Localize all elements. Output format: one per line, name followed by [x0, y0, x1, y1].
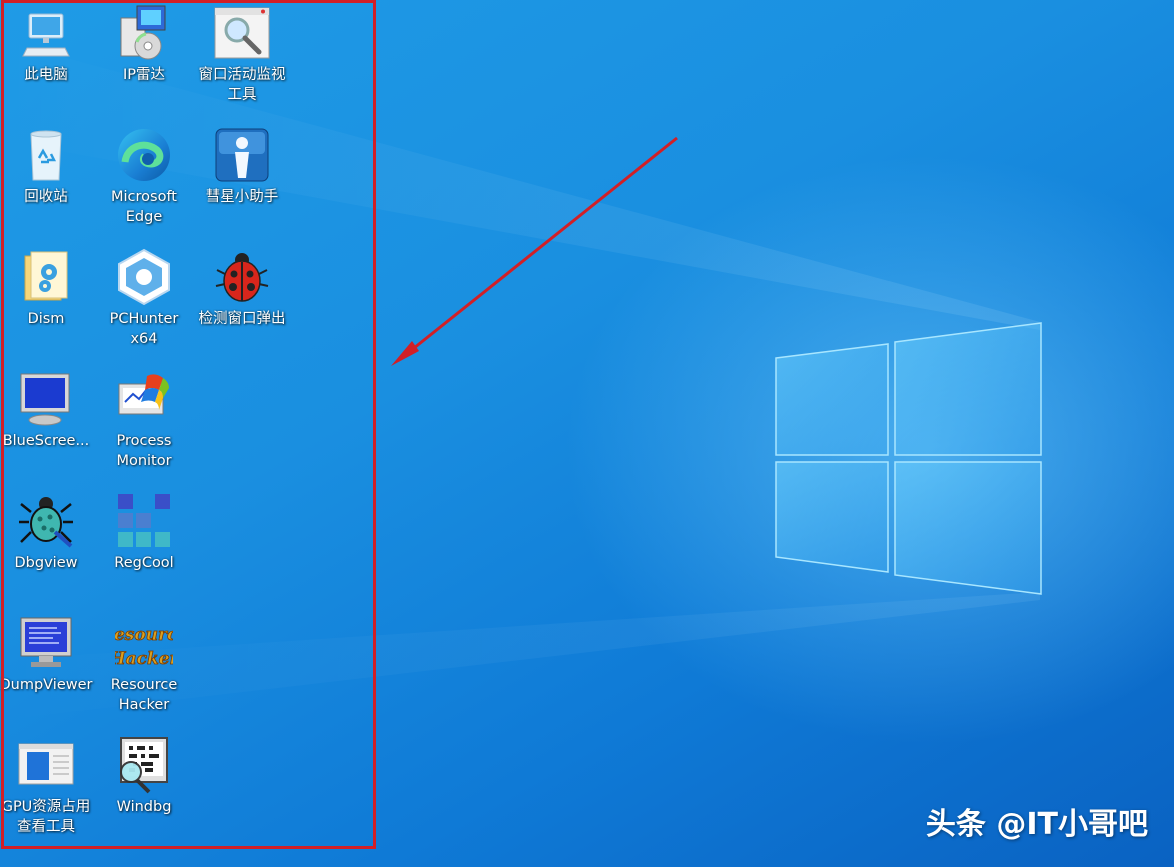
- icon-label: 回收站: [24, 189, 68, 205]
- windbg-icon: [115, 736, 173, 794]
- recycle-bin-icon: [17, 126, 75, 184]
- ladybug-icon: [213, 248, 271, 306]
- icon-regcool[interactable]: RegCool: [96, 488, 192, 606]
- folder-gear-icon: [17, 248, 75, 306]
- icon-label: 检测窗口弹出: [198, 311, 286, 327]
- watermark: 头条 @IT小哥吧: [925, 807, 1148, 842]
- logo-line-2: Hacker: [115, 649, 173, 669]
- icon-this-pc[interactable]: 此电脑: [0, 0, 94, 118]
- icon-label: Microsoft Edge: [111, 189, 177, 225]
- icon-label: Process Monitor: [116, 433, 172, 469]
- icon-dumpviewer[interactable]: DumpViewer: [0, 610, 94, 728]
- icon-label: RegCool: [114, 555, 174, 571]
- icon-label: 窗口活动监视 工具: [198, 67, 286, 103]
- computer-icon: [17, 4, 75, 62]
- icon-label: IP雷达: [122, 67, 166, 83]
- icon-dbgview[interactable]: Dbgview: [0, 488, 94, 606]
- icon-label: Dbgview: [14, 555, 78, 571]
- icon-label: Windbg: [116, 799, 172, 815]
- process-monitor-icon: [115, 370, 173, 428]
- installer-icon: [115, 4, 173, 62]
- icon-recycle-bin[interactable]: 回收站: [0, 122, 94, 240]
- icon-label: Resource Hacker: [110, 677, 178, 713]
- icon-window-monitor[interactable]: 窗口活动监视 工具: [194, 0, 290, 118]
- blue-monitor-icon: [17, 370, 75, 428]
- bsod-monitor-icon: [17, 614, 75, 672]
- magnifier-window-icon: [213, 4, 271, 62]
- icon-label: GPU资源占用 查看工具: [1, 799, 91, 835]
- icon-label: BlueScree...: [2, 433, 90, 449]
- icon-edge[interactable]: Microsoft Edge: [96, 122, 192, 240]
- resource-hacker-icon: Resource Hacker: [115, 614, 173, 672]
- icon-resource-hacker[interactable]: Resource Hacker Resource Hacker: [96, 610, 192, 728]
- icon-bluescreen[interactable]: BlueScree...: [0, 366, 94, 484]
- icon-popup-detector[interactable]: 检测窗口弹出: [194, 244, 290, 362]
- icon-process-monitor[interactable]: Process Monitor: [96, 366, 192, 484]
- logo-line-1: Resource: [115, 625, 173, 645]
- icon-dism[interactable]: Dism: [0, 244, 94, 362]
- bug-icon: [17, 492, 75, 550]
- grid-squares-icon: [115, 492, 173, 550]
- window-doc-icon: [17, 736, 75, 794]
- icon-label: PCHunter x64: [109, 311, 179, 347]
- icon-ip-radar[interactable]: IP雷达: [96, 0, 192, 118]
- icon-windbg[interactable]: Windbg: [96, 732, 192, 850]
- icon-label: 彗星小助手: [205, 189, 279, 205]
- pchunter-icon: [115, 248, 173, 306]
- info-person-icon: [213, 126, 271, 184]
- icon-label: DumpViewer: [0, 677, 93, 693]
- icon-pchunter[interactable]: PCHunter x64: [96, 244, 192, 362]
- icon-label: Dism: [27, 311, 65, 327]
- icon-label: 此电脑: [24, 67, 68, 83]
- icon-gpu-usage[interactable]: GPU资源占用 查看工具: [0, 732, 94, 850]
- icon-comet-helper[interactable]: 彗星小助手: [194, 122, 290, 240]
- desktop[interactable]: 此电脑 IP雷达 窗口活动监视 工具 回收站 Microsoft Edge 彗星…: [0, 0, 1174, 867]
- edge-icon: [115, 126, 173, 184]
